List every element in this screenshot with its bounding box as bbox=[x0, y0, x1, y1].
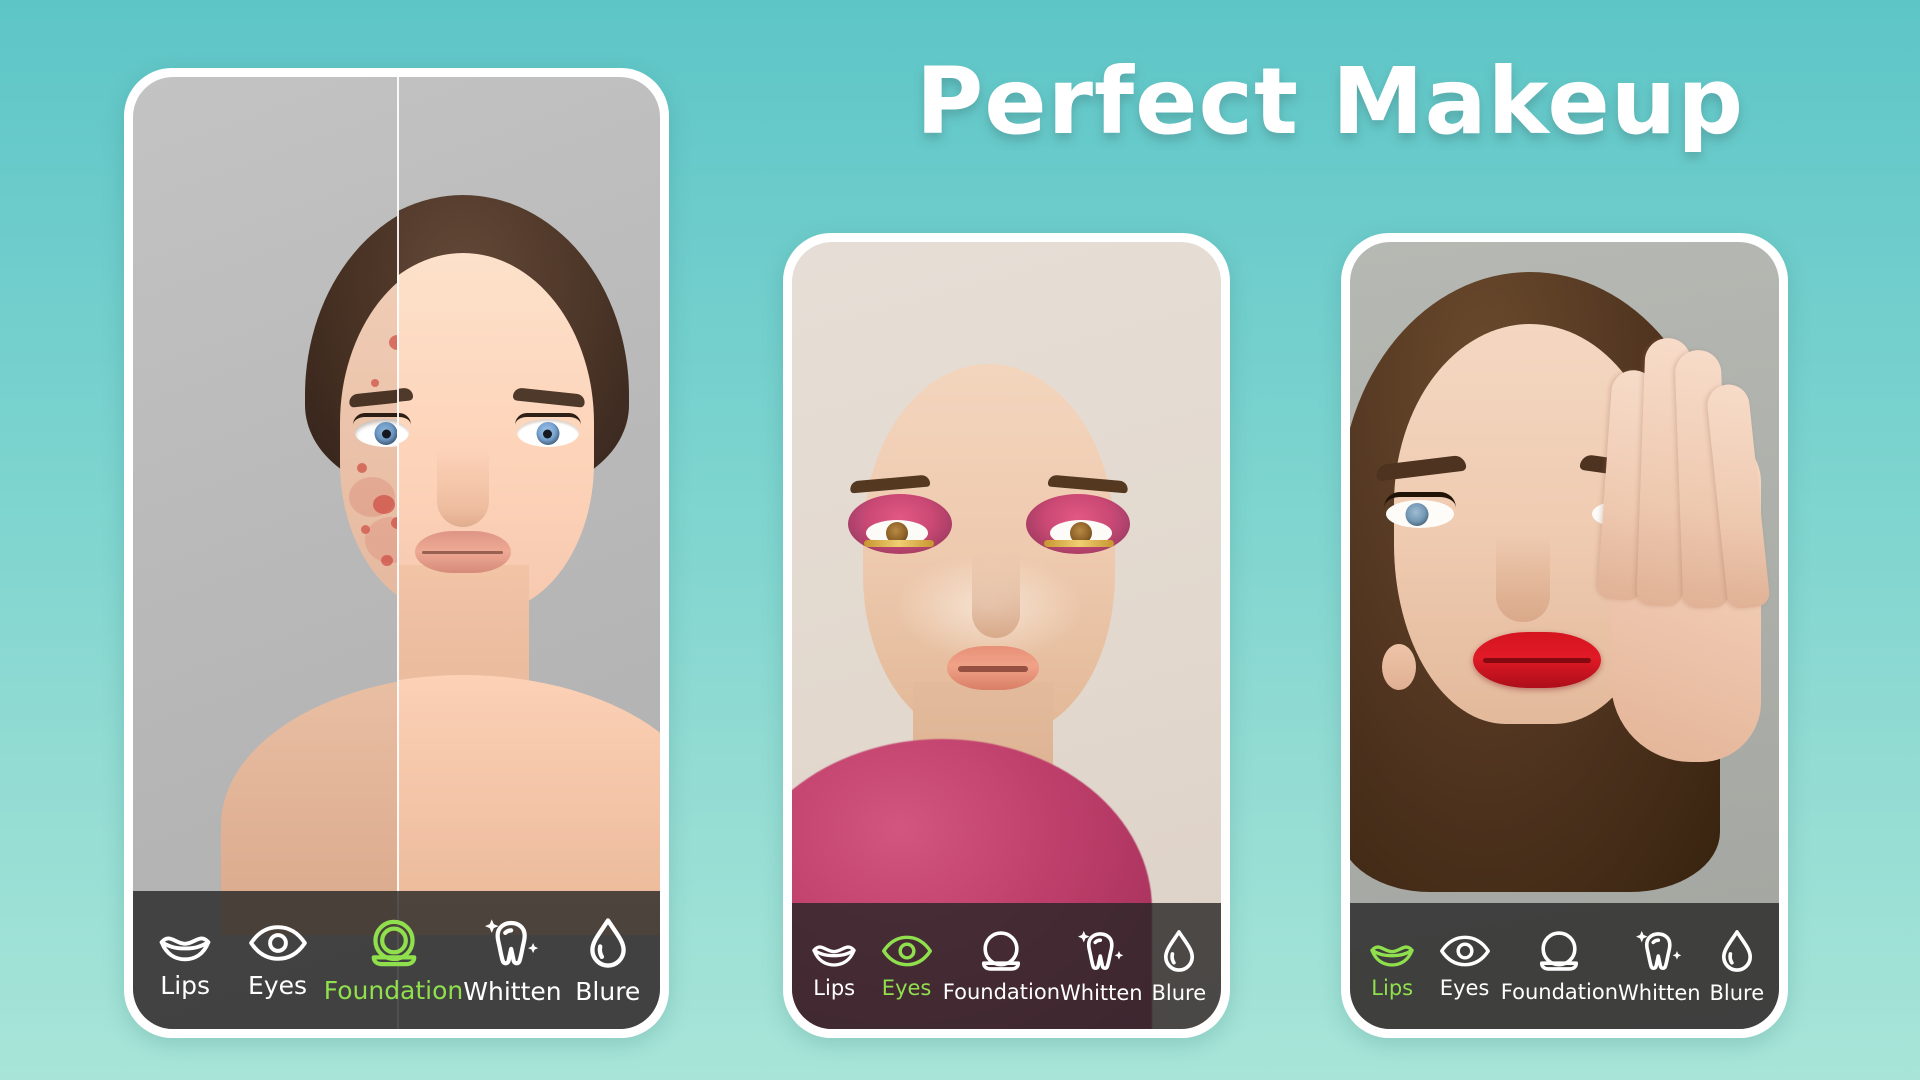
droplet-icon bbox=[1718, 929, 1756, 973]
phone-screen-1: Lips Eyes Foundation Whitten Blure bbox=[133, 77, 660, 1029]
tool-label: Foundation bbox=[942, 979, 1061, 1004]
editor-toolbar-3: Lips Eyes Foundation Whitten Blure bbox=[1350, 903, 1779, 1029]
tool-label: Blure bbox=[575, 976, 641, 1006]
tool-eyes[interactable]: Eyes bbox=[1428, 934, 1500, 999]
lips-icon bbox=[810, 934, 858, 968]
lips-icon bbox=[157, 923, 213, 963]
tool-label: Foundation bbox=[323, 975, 464, 1005]
hand-over-eye bbox=[1561, 242, 1771, 802]
tool-blure[interactable]: Blure bbox=[1143, 929, 1215, 1004]
tool-label: Eyes bbox=[881, 975, 932, 1000]
eye-icon bbox=[881, 934, 933, 968]
photo-before-after-split bbox=[133, 77, 660, 1029]
tool-label: Lips bbox=[160, 970, 211, 1000]
tool-whitten[interactable]: Whitten bbox=[463, 917, 562, 1006]
droplet-icon bbox=[1160, 929, 1198, 973]
tool-whitten[interactable]: Whitten bbox=[1060, 929, 1143, 1004]
tool-lips[interactable]: Lips bbox=[139, 923, 231, 998]
tool-label: Whitten bbox=[1618, 980, 1701, 1005]
foundation-icon bbox=[1536, 930, 1582, 972]
page-title: Perfect Makeup bbox=[915, 48, 1745, 155]
tool-foundation[interactable]: Foundation bbox=[943, 930, 1060, 1003]
tool-label: Blure bbox=[1151, 980, 1207, 1005]
tooth-icon bbox=[485, 917, 539, 969]
foundation-icon bbox=[978, 930, 1024, 972]
tool-foundation[interactable]: Foundation bbox=[323, 918, 464, 1005]
foundation-icon bbox=[367, 918, 421, 968]
tooth-icon bbox=[1636, 929, 1682, 973]
phone-screen-2: Lips Eyes Foundation Whitten Blure bbox=[792, 242, 1221, 1029]
eye-icon bbox=[1439, 934, 1491, 968]
phone-screen-3: Lips Eyes Foundation Whitten Blure bbox=[1350, 242, 1779, 1029]
eye-icon bbox=[248, 923, 308, 963]
tool-blure[interactable]: Blure bbox=[1701, 929, 1773, 1004]
tool-lips[interactable]: Lips bbox=[798, 934, 870, 999]
tool-lips[interactable]: Lips bbox=[1356, 934, 1428, 999]
tool-label: Eyes bbox=[1439, 975, 1490, 1000]
tool-label: Blure bbox=[1709, 980, 1765, 1005]
tool-label: Lips bbox=[1371, 975, 1414, 1000]
tool-label: Whitten bbox=[1060, 980, 1143, 1005]
tool-label: Eyes bbox=[248, 970, 308, 1000]
tooth-icon bbox=[1078, 929, 1124, 973]
tool-foundation[interactable]: Foundation bbox=[1501, 930, 1618, 1003]
lips-icon bbox=[1368, 934, 1416, 968]
phone-mockup-2: Lips Eyes Foundation Whitten Blure bbox=[783, 233, 1230, 1038]
tool-whitten[interactable]: Whitten bbox=[1618, 929, 1701, 1004]
editor-toolbar-2: Lips Eyes Foundation Whitten Blure bbox=[792, 903, 1221, 1029]
photo-half-after bbox=[396, 77, 660, 1029]
droplet-icon bbox=[586, 917, 630, 969]
tool-label: Lips bbox=[813, 975, 856, 1000]
phone-mockup-3: Lips Eyes Foundation Whitten Blure bbox=[1341, 233, 1788, 1038]
tool-eyes[interactable]: Eyes bbox=[231, 923, 323, 998]
editor-toolbar-1: Lips Eyes Foundation Whitten Blure bbox=[133, 891, 660, 1029]
tool-label: Whitten bbox=[463, 976, 562, 1006]
before-after-divider[interactable] bbox=[396, 77, 399, 1029]
phone-mockup-1: Lips Eyes Foundation Whitten Blure bbox=[124, 68, 669, 1038]
tool-blure[interactable]: Blure bbox=[562, 917, 654, 1004]
photo-half-before bbox=[133, 77, 397, 1029]
tool-label: Foundation bbox=[1500, 979, 1619, 1004]
tool-eyes[interactable]: Eyes bbox=[870, 934, 942, 999]
